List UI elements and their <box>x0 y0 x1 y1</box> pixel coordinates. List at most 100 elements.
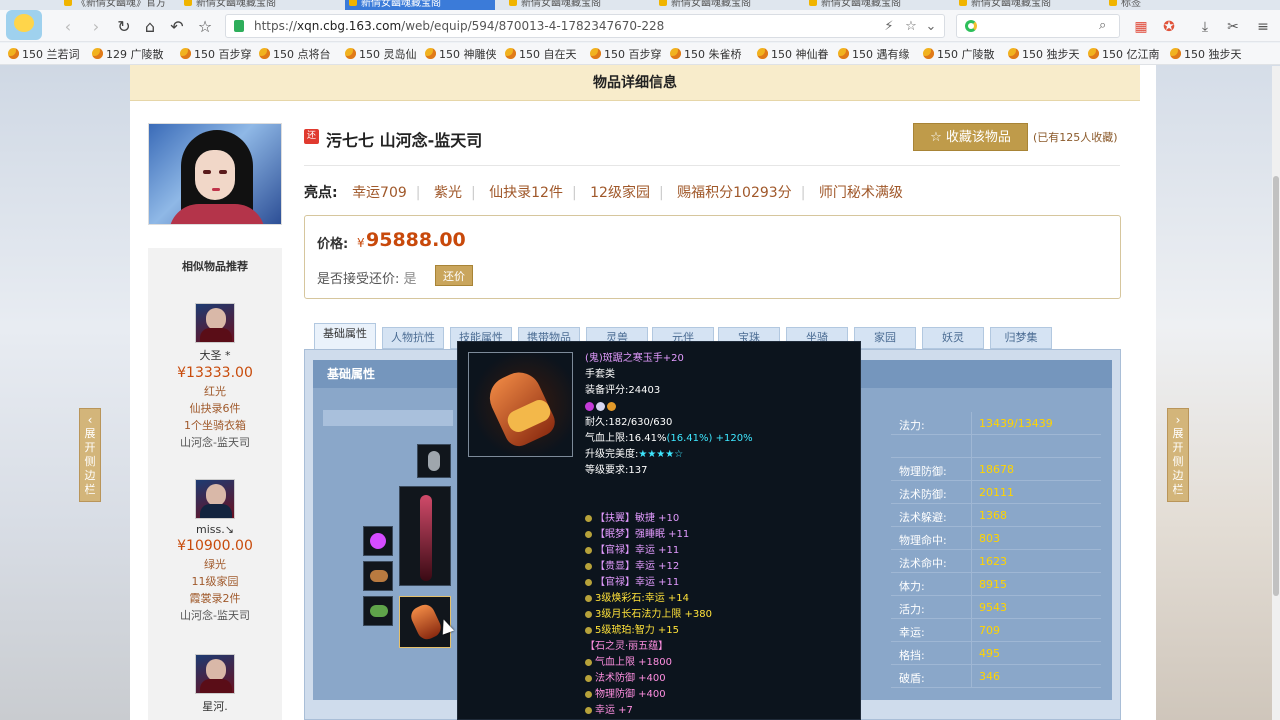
similar-item[interactable]: miss.↘ ¥10900.00 绿光 11级家园 霞裳录2件 山河念-监天司 <box>148 479 282 623</box>
download-icon[interactable]: ⤓ <box>1194 16 1216 38</box>
home-icon[interactable]: ⌂ <box>138 14 162 38</box>
address-bar[interactable]: https://xqn.cbg.163.com/web/equip/594/87… <box>225 14 945 38</box>
similar-item-avatar[interactable] <box>195 479 235 519</box>
tooltip-item-type: 手套类 <box>585 369 615 380</box>
side-tab-char: 边 <box>1172 469 1184 482</box>
stat-key: 法术防御: <box>899 488 947 501</box>
similar-items-title: 相似物品推荐 <box>182 260 248 273</box>
similar-item[interactable]: 大圣 * ¥13333.00 红光 仙抉录6件 1个坐骑衣箱 山河念-监天司 <box>148 303 282 450</box>
stat-row: 体力: 8915 <box>891 573 1101 596</box>
forward-icon[interactable]: › <box>84 14 108 38</box>
similar-item-name[interactable]: miss.↘ <box>148 523 282 536</box>
tooltip-set-attr-text: 物理防御 +400 <box>595 689 666 700</box>
bargain-button[interactable]: 还价 <box>435 265 473 286</box>
tooltip-attr: 3级焕彩石:幸运 +14 <box>585 592 689 606</box>
similar-item-avatar[interactable] <box>195 303 235 343</box>
bookmark[interactable]: 129 广陵散 <box>92 46 164 62</box>
similar-item-server: 山河念-监天司 <box>180 609 250 622</box>
bookmark[interactable]: 150 神雕侠 <box>425 46 497 62</box>
price-box: 价格: ¥ 95888.00 是否接受还价: 是 还价 <box>304 215 1121 299</box>
bargain-label-text: 是否接受还价: <box>317 272 400 287</box>
bookmark[interactable]: 150 神仙眷 <box>757 46 829 62</box>
stat-row: 物理防御: 18678 <box>891 458 1101 481</box>
bookmark[interactable]: 150 朱雀桥 <box>670 46 742 62</box>
bookmark-star-icon[interactable]: ☆ <box>902 17 920 35</box>
bookmark[interactable]: 150 灵岛仙 <box>345 46 417 62</box>
search-box[interactable]: ⌕ <box>956 14 1120 38</box>
browser-tab[interactable]: 新倩女幽魂藏宝阁 <box>655 0 795 10</box>
reload-icon[interactable]: ↻ <box>112 14 136 38</box>
tab-demon-spirit[interactable]: 妖灵 <box>922 327 984 349</box>
bookmark[interactable]: 150 遇有缘 <box>838 46 910 62</box>
bookmark[interactable]: 150 广陵散 <box>923 46 995 62</box>
tooltip-score: 装备评分:24403 <box>585 385 661 396</box>
side-tab-char: 展 <box>84 427 96 440</box>
undo-icon[interactable]: ↶ <box>165 14 189 38</box>
bookmark[interactable]: 150 点将台 <box>259 46 331 62</box>
scrollbar-thumb[interactable] <box>1273 176 1279 596</box>
apps-icon[interactable]: ▦ <box>1130 16 1152 38</box>
tooltip-attr-text: 3级月长石法力上限 +380 <box>595 609 713 620</box>
expand-sidebar-left-button[interactable]: ‹ 展 开 侧 边 栏 <box>79 408 101 502</box>
equipment-slot-bracelet[interactable] <box>363 561 393 591</box>
bargain-value: 是 <box>403 272 417 287</box>
chevron-down-icon[interactable]: ⌄ <box>922 17 940 35</box>
similar-item-avatar[interactable] <box>195 654 235 694</box>
menu-icon[interactable]: ≡ <box>1252 16 1274 38</box>
browser-tab[interactable]: 新倩女幽魂藏宝阁 <box>505 0 645 10</box>
similar-item-detail: 11级家园 <box>191 575 239 588</box>
browser-tab[interactable]: 新倩女幽魂藏宝阁 <box>805 0 945 10</box>
equipment-slot-weapon[interactable] <box>399 486 451 586</box>
similar-item-detail: 绿光 <box>204 558 226 571</box>
bookmark[interactable]: 150 自在天 <box>505 46 577 62</box>
browser-tab[interactable]: 新倩女幽魂藏宝阁 <box>180 0 330 10</box>
stat-row: 幸运: 709 <box>891 619 1101 642</box>
browser-tab[interactable]: 《新倩女幽魂》官方 <box>60 0 170 10</box>
equipment-header <box>323 410 453 426</box>
tab-basic-attributes[interactable]: 基础属性 <box>314 323 376 350</box>
tab-resistance[interactable]: 人物抗性 <box>382 327 444 349</box>
side-tab-char: 栏 <box>1172 483 1184 496</box>
character-name: 污七七 山河念-监天司 <box>326 131 483 150</box>
tooltip-attr-text: 【贵显】幸运 +12 <box>595 561 680 572</box>
tooltip-attr: 【扶翼】敏捷 +10 <box>585 512 679 526</box>
star-icon[interactable]: ☆ <box>193 14 217 38</box>
divider <box>304 165 1120 166</box>
similar-item-server: 山河念-监天司 <box>180 436 250 449</box>
browser-avatar-icon[interactable] <box>6 10 42 40</box>
back-icon[interactable]: ‹ <box>56 14 80 38</box>
search-icon[interactable]: ⌕ <box>1099 18 1106 33</box>
similar-item-name[interactable]: 大圣 * <box>148 347 282 363</box>
browser-tab-active[interactable]: 新倩女幽魂藏宝阁 <box>345 0 495 10</box>
tooltip-set-attr: 气血上限 +1800 <box>585 656 672 670</box>
browser-tab[interactable]: 新倩女幽魂藏宝阁 <box>955 0 1095 10</box>
expand-sidebar-right-button[interactable]: › 展 开 侧 边 栏 <box>1167 408 1189 502</box>
tooltip-attr-text: 【眠梦】强睡眠 +11 <box>595 529 690 540</box>
stat-key: 法术命中: <box>899 557 947 570</box>
equipment-slot-ring[interactable] <box>363 526 393 556</box>
tooltip-set-attr: 法术防御 +400 <box>585 672 666 686</box>
highlight-tag: 幸运709 <box>352 185 407 201</box>
page-scrollbar[interactable] <box>1272 66 1280 720</box>
bargain-label: 是否接受还价: 是 <box>317 268 417 287</box>
tab-dream-collection[interactable]: 归梦集 <box>990 327 1052 349</box>
equipment-slot-necklace[interactable] <box>417 444 451 478</box>
bookmark[interactable]: 150 兰若词 <box>8 46 80 62</box>
bookmark[interactable]: 150 百步穿 <box>590 46 662 62</box>
similar-item[interactable]: 星河. <box>148 654 282 714</box>
lightning-icon[interactable]: ⚡ <box>880 17 898 35</box>
bookmark[interactable]: 150 亿江南 <box>1088 46 1160 62</box>
bookmark[interactable]: 150 独步天 <box>1170 46 1242 62</box>
similar-item-name[interactable]: 星河. <box>148 698 282 714</box>
bookmarks-bar: 150 兰若词 129 广陵散 150 百步穿 150 点将台 150 灵岛仙 … <box>0 43 1280 65</box>
bookmark[interactable]: 150 独步天 <box>1008 46 1080 62</box>
stats-table: 法力: 13439/13439 物理防御: 18678 法术防御: 20111 法术躲… <box>891 412 1101 690</box>
favorite-button[interactable]: ☆ 收藏该物品 <box>913 123 1028 151</box>
bookmark[interactable]: 150 百步穿 <box>180 46 252 62</box>
cut-icon[interactable]: ✂ <box>1222 16 1244 38</box>
similar-item-price: ¥10900.00 <box>177 538 253 554</box>
game-icon[interactable]: ✪ <box>1158 16 1180 38</box>
tab-home[interactable]: 家园 <box>854 327 916 349</box>
browser-tab[interactable]: 标签 <box>1105 0 1225 10</box>
equipment-slot-jade[interactable] <box>363 596 393 626</box>
